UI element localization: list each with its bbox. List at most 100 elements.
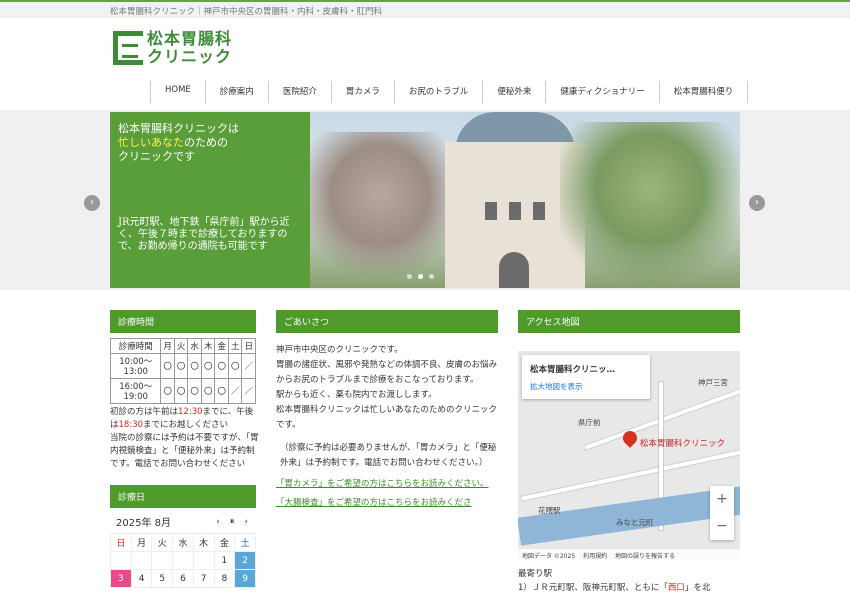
table-cell: 〇 (187, 378, 202, 404)
logo-line1: 松本胃腸科 (147, 29, 233, 48)
table-cell: 土 (227, 338, 243, 354)
nav-constipation[interactable]: 便秘外来 (482, 81, 545, 103)
nav-anal-trouble[interactable]: お尻のトラブル (393, 81, 483, 103)
note-text: までにお越しください (143, 420, 229, 430)
nav-home[interactable]: HOME (150, 81, 205, 103)
calendar-week: 1 2 (110, 551, 256, 570)
calendar-day: 8 (213, 569, 236, 588)
calendar-prev-button[interactable]: ‹ (216, 517, 220, 527)
gastroscopy-link[interactable]: 「胃カメラ」をご希望の方はこちらをお読みください。 (276, 477, 498, 492)
map-label: 神戸三宮 (698, 378, 728, 387)
table-cell: 〇 (173, 378, 189, 404)
weekday: 土 (234, 533, 256, 552)
table-cell: 日 (241, 338, 256, 354)
slider-next-button[interactable]: › (749, 195, 765, 211)
table-cell: 〇 (227, 353, 243, 379)
nav-gastroscopy[interactable]: 胃カメラ (330, 81, 394, 103)
table-cell: 〇 (187, 353, 202, 379)
hero-highlight: 忙しいあなた (118, 136, 184, 149)
calendar-pause-button[interactable]: ⏸ (230, 517, 235, 527)
calendar-day (130, 551, 153, 570)
calendar-nav: ‹ ⏸ › (216, 517, 248, 527)
table-cell: 〇 (214, 353, 229, 379)
map-card-title: 松本胃腸科クリニッ… (530, 365, 616, 375)
weekday: 木 (192, 533, 215, 552)
slider-dot-active[interactable] (418, 274, 423, 279)
table-cell: ／ (227, 378, 243, 404)
table-cell: ／ (241, 353, 256, 379)
calendar-header: 2025年 8月 ‹ ⏸ › (110, 514, 256, 530)
hero-window (509, 202, 521, 220)
site-tagline: 松本胃腸科クリニック｜神戸市中央区の胃腸科・内科・皮膚科・肛門科 (110, 7, 383, 17)
zoom-out-button[interactable]: − (710, 513, 734, 540)
top-info-bar: 松本胃腸科クリニック｜神戸市中央区の胃腸科・内科・皮膚科・肛門科 (0, 0, 850, 18)
map-label: 県庁前 (578, 418, 601, 427)
slider-dot[interactable] (429, 274, 434, 279)
map-label: みなと元町 (616, 518, 654, 527)
calendar-day-closed: 3 (110, 569, 132, 588)
calendar-day (192, 551, 215, 570)
table-cell: 〇 (200, 378, 216, 404)
access-heading: アクセス地図 (518, 310, 740, 333)
note-time: 12:30 (178, 407, 203, 417)
table-cell: 水 (187, 338, 202, 354)
table-cell: 火 (173, 338, 189, 354)
nav-dictionary[interactable]: 健康ディクショナリー (545, 81, 658, 103)
calendar-day: 5 (151, 569, 174, 588)
calendar-heading: 診療日 (110, 485, 256, 508)
table-row: 診療時間 月 火 水 木 金 土 日 (109, 338, 256, 354)
site-logo[interactable]: 松本胃腸科 クリニック (113, 30, 232, 66)
slider-dots (407, 274, 434, 279)
table-cell: ／ (241, 378, 256, 404)
greeting-paragraph: 胃腸の諸症状、風邪や発熱などの体調不良、皮膚のお悩みからお尻のトラブルまで診療を… (276, 360, 498, 385)
weekday: 月 (130, 533, 153, 552)
table-cell: 10:00～13:00 (109, 353, 162, 379)
map-label: 花隈駅 (538, 506, 561, 515)
note-time: 18:30 (118, 420, 144, 430)
middle-column: ごあいさつ 神戸市中央区のクリニックです。 胃腸の諸症状、風邪や発熱などの体調不… (276, 310, 498, 511)
table-cell: 月 (160, 338, 175, 354)
calendar-day-closed: 2 (234, 551, 256, 570)
calendar-next-button[interactable]: › (244, 517, 248, 527)
hero-entrance (499, 252, 529, 288)
reservation-note: 当院の診察には予約は不要ですが、「胃内視鏡検査」と「便秘外来」は予約制です。電話… (110, 433, 259, 469)
hero-tree-left (300, 132, 460, 288)
hours-table: 診療時間 月 火 水 木 金 土 日 10:00～13:00 〇 〇 〇 〇 〇… (109, 338, 256, 404)
access-map[interactable]: 県庁前 花隈駅 みなと元町 神戸三宮 松本胃腸科クリニック 松本胃腸科クリニッ…… (518, 351, 740, 561)
calendar-day (151, 551, 174, 570)
right-column: アクセス地図 県庁前 花隈駅 みなと元町 神戸三宮 松本胃腸科クリニック 松本胃… (518, 310, 740, 595)
calendar-weekdays: 日 月 火 水 木 金 土 (110, 533, 256, 552)
west-exit-label: 西口 (667, 583, 685, 593)
colonoscopy-link[interactable]: 「大腸検査」をご希望の方はこちらをお読みくださ (276, 496, 498, 511)
main-nav: HOME 診療案内 医院紹介 胃カメラ お尻のトラブル 便秘外来 健康ディクショ… (150, 81, 749, 103)
hours-note: 初診の方は午前は12:30までに、午後は18:30までにお越しください 当院の診… (110, 406, 260, 471)
table-row: 16:00～19:00 〇 〇 〇 〇 〇 ／ ／ (109, 378, 256, 404)
zoom-in-button[interactable]: + (710, 486, 734, 513)
hero-window (485, 202, 497, 220)
slider-prev-button[interactable]: ‹ (84, 195, 100, 211)
hero-subtext: JR元町駅、地下鉄「県庁前」駅から近く、午後７時まで診療しておりますので、お勤め… (118, 217, 290, 252)
table-cell: 〇 (173, 353, 189, 379)
nearest-station-title: 最寄り駅 (518, 569, 553, 579)
map-enlarge-link[interactable]: 拡大地図を表示 (530, 381, 642, 392)
calendar-month: 2025年 8月 (116, 518, 171, 529)
nav-news[interactable]: 松本胃腸科便り (658, 81, 749, 103)
greeting-paragraph: 神戸市中央区のクリニックです。 (276, 345, 403, 355)
nav-services[interactable]: 診療案内 (204, 81, 268, 103)
greeting-body: 神戸市中央区のクリニックです。 胃腸の諸症状、風邪や発熱などの体調不良、皮膚のお… (276, 343, 498, 511)
table-cell: 〇 (214, 378, 229, 404)
hero-window (533, 202, 545, 220)
weekday: 金 (213, 533, 236, 552)
hero-line2: 忙しいあなたのための (118, 136, 302, 150)
slider-dot[interactable] (407, 274, 412, 279)
weekday: 水 (172, 533, 194, 552)
hero-line1: 松本胃腸科クリニックは (118, 122, 239, 135)
table-cell: 〇 (160, 378, 175, 404)
calendar-day: 1 (213, 551, 236, 570)
calendar-day: 4 (130, 569, 153, 588)
left-column: 診療時間 診療時間 月 火 水 木 金 土 日 10:00～13:00 〇 〇 … (109, 310, 259, 588)
calendar-day: 7 (192, 569, 215, 588)
hero-tree-right (560, 122, 740, 288)
nav-about[interactable]: 医院紹介 (267, 81, 331, 103)
hero-line3: クリニックです (118, 150, 195, 163)
